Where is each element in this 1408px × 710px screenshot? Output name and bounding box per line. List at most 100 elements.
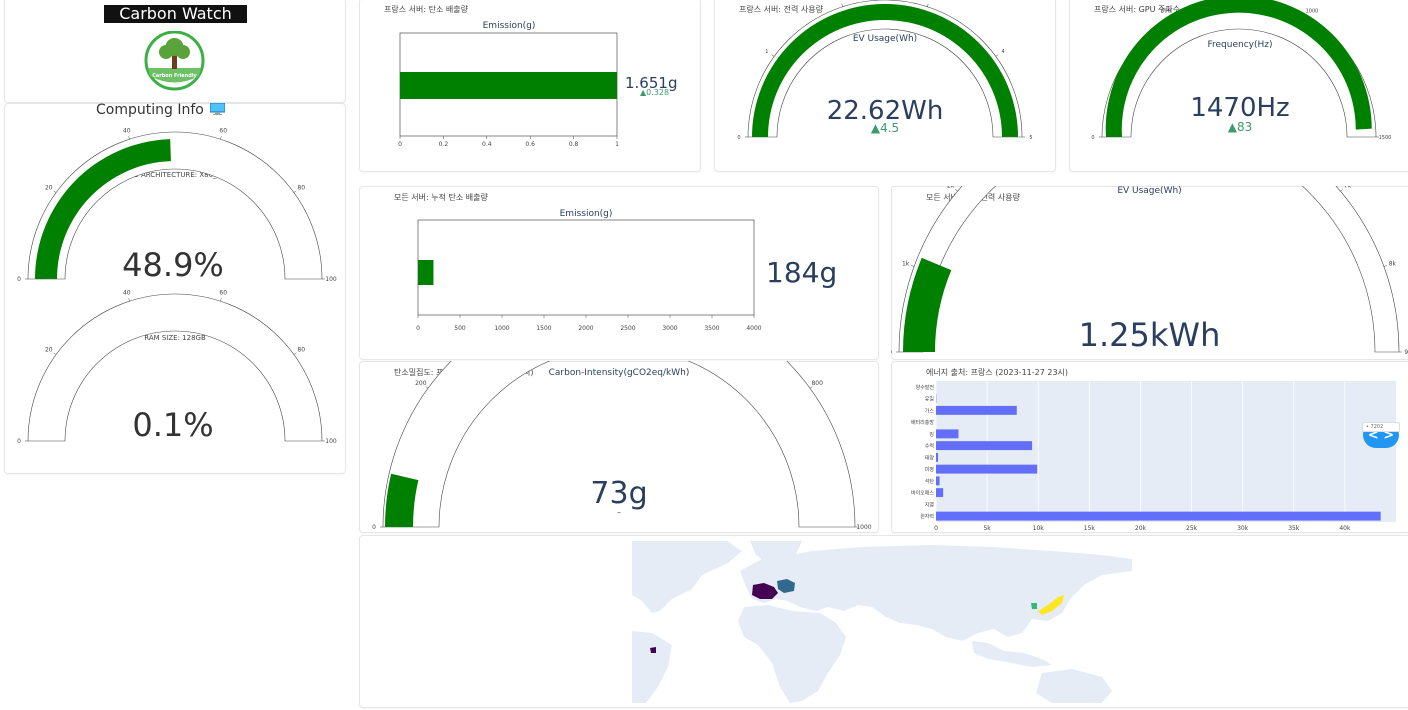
energy-source-bar	[936, 476, 940, 486]
energy-source-title: 에너지 출처: 프랑스 (2023-11-27 23시)	[926, 368, 1069, 377]
intensity-gauge-tick-label: 800	[811, 380, 823, 387]
server-power-gauge-tick-mark	[771, 54, 775, 57]
server-emission-tick-label: 0.6	[525, 141, 535, 148]
energy-source-tick-label: 20k	[1135, 525, 1147, 532]
ram-gauge-tick-label: 40	[123, 290, 131, 297]
server-emission-tick-label: 0	[398, 141, 402, 148]
intensity-value: 73g	[590, 476, 648, 511]
map-region-korea	[1031, 603, 1037, 609]
energy-source-category-label: 유일	[925, 396, 935, 403]
energy-source-category-label: 원자력	[920, 513, 934, 520]
all-emission-tick-label: 0	[416, 325, 420, 332]
ram-gauge: 02040 6080100	[17, 290, 337, 445]
energy-source-tick-label: 15k	[1084, 525, 1096, 532]
all-power-gauge-tick-mark	[1340, 189, 1343, 192]
world-map[interactable]	[632, 541, 1132, 703]
server-power-gauge-tick-label: 5	[1029, 135, 1032, 141]
server-gpu-gauge-tick-label: 500	[1161, 9, 1171, 15]
intensity-gauge-tick-label: 0	[372, 524, 376, 531]
energy-source-category-label: 태양	[925, 454, 935, 461]
server-emission-delta: ▲0.328	[640, 88, 670, 97]
server-gpu-delta: ▲83	[1227, 120, 1253, 134]
all-power-gauge-tick-label: 8k	[1389, 260, 1397, 267]
intensity-delta: –	[617, 508, 621, 517]
energy-source-category-label: 석탄	[925, 478, 935, 485]
all-emission-tick-label: 3500	[704, 325, 719, 332]
server-power-gauge-tick-label: 2	[838, 0, 841, 2]
all-power-gauge-tick-mark	[1383, 265, 1387, 267]
energy-source-tick-label: 25k	[1186, 525, 1198, 532]
all-emission-bar	[418, 260, 434, 285]
ram-gauge-tick-mark	[128, 298, 130, 302]
server-emission-tick-label: 0.2	[439, 141, 449, 148]
ram-gauge-tick-mark	[293, 352, 297, 355]
server-power-gauge: 0 1 2 3 4 5	[737, 0, 1033, 141]
intensity-gauge-tick-label: 200	[415, 380, 427, 387]
server-emission-bar-chart: 0 0.2 0.4 0.6 0.8 1	[398, 32, 619, 148]
server-power-gauge-tick-label: 1	[765, 49, 768, 55]
server-emission-title: 프랑스 서버: 탄소 배출량	[384, 5, 468, 14]
server-emission-tick-label: 0.4	[482, 141, 492, 148]
energy-source-bar	[936, 441, 1033, 451]
energy-source-tick-label: 0	[934, 525, 938, 532]
energy-source-tick-label: 40k	[1339, 525, 1351, 532]
all-emission-tick-label: 2500	[620, 325, 635, 332]
energy-source-tick-label: 30k	[1237, 525, 1249, 532]
all-emission-tick-label: 1500	[536, 325, 551, 332]
energy-source-category-label: 양수발전	[916, 384, 935, 391]
energy-source-category-label: 수력	[925, 443, 934, 450]
all-power-gauge-tick-mark	[955, 189, 958, 192]
all-emission-title: 모든 서버: 누적 탄소 배출량	[394, 193, 488, 202]
all-power-gauge-tick-label: 1k	[902, 260, 910, 267]
all-emission-tick-label: 2000	[578, 325, 593, 332]
ram-gauge-tick-mark	[53, 352, 57, 355]
all-emission-tick-label: 4000	[746, 325, 761, 332]
all-emission-value: 184g	[766, 256, 838, 289]
server-power-gauge-tick-mark	[995, 54, 999, 57]
energy-source-bar	[936, 405, 1017, 415]
server-power-gauge-tick-mark	[927, 3, 929, 7]
energy-source-bar	[936, 429, 959, 439]
energy-source-category-label: 지열	[925, 501, 935, 508]
server-gpu-gauge-tick-label: 0	[1091, 135, 1094, 141]
all-power-gauge-tick-label: 7k	[1344, 186, 1352, 190]
server-power-delta: ▲4.5	[870, 121, 900, 135]
all-emission-bar-chart: 0 500 1000 1500 2000 2500 3000 3500 4000	[416, 219, 762, 332]
energy-source-bar	[936, 511, 1381, 521]
all-power-gauge-tick-mark	[911, 265, 915, 267]
energy-source-bar	[936, 488, 944, 498]
all-emission-tick-label: 1000	[494, 325, 509, 332]
energy-source-tick-label: 35k	[1288, 525, 1300, 532]
server-gpu-gauge: 0 500 1000 1500	[1091, 0, 1392, 141]
ram-gauge-tick-label: 60	[219, 290, 227, 297]
server-emission-tick-label: 0.8	[569, 141, 579, 148]
energy-source-category-label: 바이오매스	[911, 490, 934, 497]
energy-source-tick-label: 5k	[983, 525, 991, 532]
energy-source-category-label: 가스	[925, 407, 935, 414]
energy-source-chart: 0 5k 10k 15k 20k 25k 30k 35k 40k 양수발전유일가스배터리충방킹수력…	[911, 381, 1396, 532]
all-emission-tick-label: 3000	[662, 325, 677, 332]
map-region-french-guiana	[650, 647, 656, 653]
energy-source-category-label: 미정	[925, 466, 934, 473]
server-power-gauge-tick-label: 3	[929, 0, 932, 2]
intensity-gauge-tick-label: 1000	[856, 524, 871, 531]
server-gpu-gauge-tick-label: 1500	[1379, 135, 1392, 141]
ram-gauge-tick-label: 80	[297, 346, 305, 353]
all-power-value: 1.25kWh	[1078, 316, 1221, 354]
server-gpu-value: 1470Hz	[1190, 93, 1290, 123]
energy-source-bar	[936, 452, 939, 462]
energy-source-category-label: 킹	[929, 431, 934, 438]
server-power-gauge-tick-label: 0	[737, 135, 740, 141]
status-chip: • 7202	[1362, 422, 1400, 432]
all-emission-tick-label: 500	[454, 325, 466, 332]
server-emission-tick-label: 1	[615, 141, 619, 148]
ram-gauge-tick-label: 20	[45, 346, 53, 353]
energy-source-bar	[936, 464, 1038, 474]
all-power-gauge-tick-label: 2k	[947, 186, 955, 190]
energy-source-plot-area	[936, 381, 1396, 522]
ram-value: 0.1%	[132, 406, 214, 444]
server-power-gauge-tick-label: 4	[1002, 49, 1005, 55]
server-gpu-gauge-tick-label: 1000	[1306, 9, 1319, 15]
server-power-gauge-tick-mark	[841, 3, 843, 7]
server-emission-bar	[400, 72, 617, 99]
